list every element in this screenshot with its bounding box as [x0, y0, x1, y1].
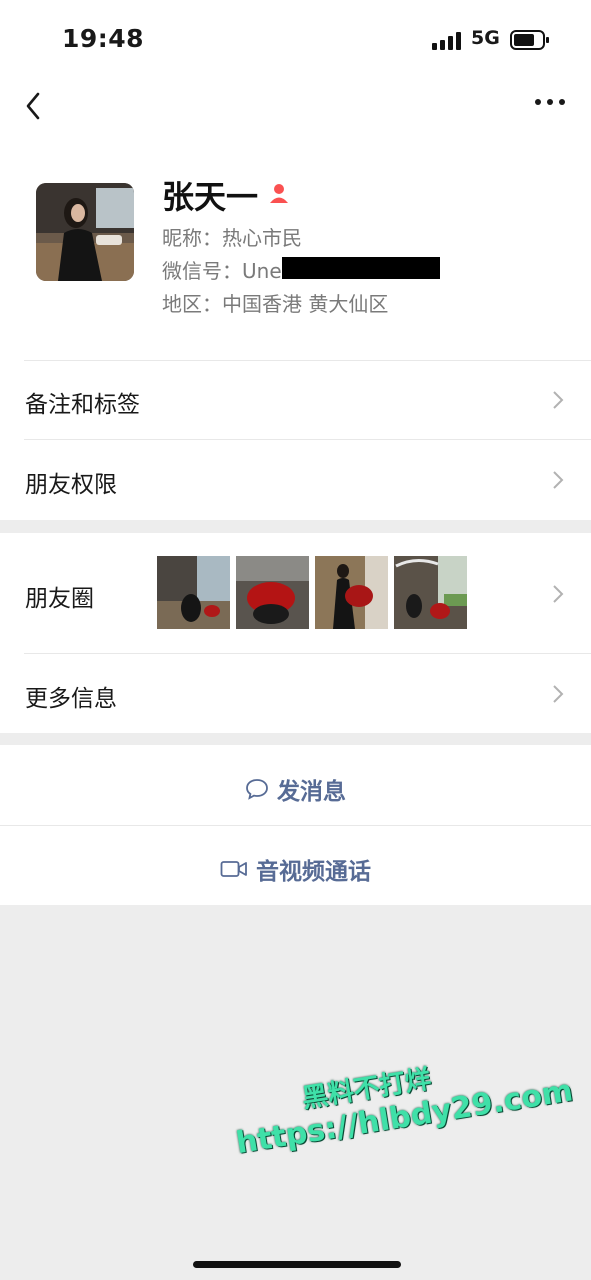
battery-icon	[510, 30, 549, 50]
row-remarks-tags[interactable]: 备注和标签	[0, 361, 591, 439]
video-camera-icon	[220, 861, 247, 877]
row-more-info[interactable]: 更多信息	[0, 654, 591, 733]
chevron-right-icon	[553, 471, 564, 489]
home-indicator	[193, 1261, 401, 1268]
avatar[interactable]	[36, 183, 134, 281]
row-moments-label: 朋友圈	[25, 586, 94, 612]
divider	[0, 825, 591, 826]
female-person-icon	[270, 184, 288, 203]
chat-bubble-icon	[246, 779, 268, 800]
more-icon[interactable]	[534, 96, 566, 108]
watermark: 黑料不打烊 https://hlbdy29.com	[228, 1037, 576, 1161]
moments-thumbnail	[315, 556, 388, 629]
video-call-label: 音视频通话	[256, 859, 371, 885]
row-friend-permissions[interactable]: 朋友权限	[0, 440, 591, 520]
wechat-id-line[interactable]: 微信号：Une	[162, 255, 282, 284]
status-time: 19:48	[62, 24, 145, 53]
signal-icon	[432, 32, 461, 50]
moments-thumbnail	[157, 556, 230, 629]
network-type: 5G	[471, 27, 500, 49]
redaction-bar	[282, 257, 440, 279]
row-friend-permissions-label: 朋友权限	[25, 472, 117, 498]
send-message-button[interactable]: 发消息	[0, 772, 591, 806]
video-call-button[interactable]: 音视频通话	[0, 852, 591, 886]
row-remarks-tags-label: 备注和标签	[25, 392, 140, 418]
row-more-info-label: 更多信息	[25, 686, 117, 712]
moments-thumbnail	[236, 556, 309, 629]
profile-name: 张天一	[162, 178, 259, 216]
chevron-right-icon	[553, 391, 564, 409]
moments-thumbnail	[394, 556, 467, 629]
nickname-line: 昵称：热心市民	[162, 226, 302, 250]
chevron-right-icon	[553, 585, 564, 603]
send-message-label: 发消息	[277, 779, 346, 805]
chevron-right-icon	[553, 685, 564, 703]
region-line: 地区：中国香港 黄大仙区	[162, 292, 389, 316]
status-bar: 19:48 5G	[0, 22, 591, 58]
back-icon[interactable]	[20, 88, 48, 124]
